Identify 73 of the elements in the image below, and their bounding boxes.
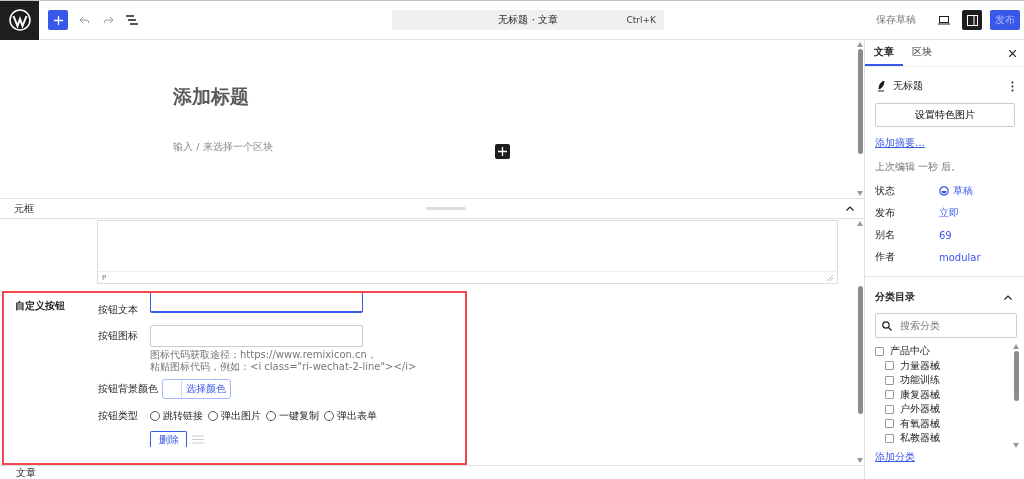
resize-icon[interactable] bbox=[827, 274, 833, 281]
command-bar[interactable]: 无标题 · 文章 Ctrl+K bbox=[392, 10, 664, 30]
more-options-icon[interactable] bbox=[1011, 80, 1014, 92]
help-text: 图标代码获取途径：https://www.remixicon.cn， 粘贴图标代码，例如：<i class="ri-wechat-2-line"></i> bbox=[150, 349, 417, 373]
radio-option[interactable]: 弹出表单 bbox=[324, 409, 377, 423]
add-category-link[interactable]: 添加分类 bbox=[875, 451, 915, 462]
field-label: 别名 bbox=[875, 228, 896, 242]
text-input[interactable] bbox=[150, 293, 363, 313]
add-block-button[interactable] bbox=[495, 144, 510, 159]
checkbox[interactable] bbox=[875, 346, 884, 356]
delete-button[interactable]: 删除 bbox=[150, 431, 187, 447]
checkbox[interactable] bbox=[885, 390, 894, 400]
section-heading: 自定义按钮 bbox=[15, 299, 66, 313]
scroll-up-icon bbox=[857, 221, 863, 226]
checkbox[interactable] bbox=[885, 404, 894, 414]
scroll-up-icon bbox=[857, 42, 863, 47]
category-label: 私教器械 bbox=[900, 431, 940, 446]
sidebar-icon bbox=[966, 14, 978, 26]
checkbox[interactable] bbox=[885, 419, 894, 429]
panel-title: 元框 bbox=[14, 201, 34, 216]
panel-title: 分类目录 bbox=[875, 290, 915, 304]
drag-handle[interactable] bbox=[426, 207, 466, 210]
field-label: 按钮图标 bbox=[98, 329, 139, 343]
category-label: 康复器械 bbox=[900, 387, 940, 402]
radio-option[interactable]: 一键复制 bbox=[266, 409, 319, 423]
field-value[interactable]: modular bbox=[939, 251, 981, 263]
plus-icon bbox=[498, 147, 507, 156]
scroll-down-icon bbox=[857, 458, 863, 463]
field-label: 发布 bbox=[875, 206, 896, 220]
sidebar-tab[interactable]: 区块 bbox=[903, 40, 941, 66]
featured-image-button[interactable]: 设置特色图片 bbox=[875, 103, 1015, 127]
checkbox[interactable] bbox=[885, 375, 894, 385]
color-picker-button[interactable]: 选择颜色 bbox=[162, 379, 231, 399]
sidebar-tab[interactable]: 文章 bbox=[865, 40, 903, 66]
field-label: 按钮文本 bbox=[98, 303, 139, 317]
scroll-up-icon bbox=[1013, 344, 1019, 349]
collapse-icon[interactable] bbox=[846, 206, 854, 211]
save-draft-button[interactable]: 保存草稿 bbox=[870, 12, 922, 28]
shortcut-hint: Ctrl+K bbox=[626, 15, 656, 25]
checkbox[interactable] bbox=[885, 433, 894, 443]
breadcrumb[interactable]: 文章 bbox=[16, 465, 36, 479]
document-title: 无标题 · 文章 bbox=[497, 13, 560, 27]
radio-option[interactable]: 跳转链接 bbox=[150, 409, 203, 423]
publish-button[interactable]: 发布 bbox=[990, 10, 1020, 30]
block-placeholder[interactable]: 输入 / 来选择一个区块 bbox=[173, 140, 856, 154]
sidebar-toggle-button[interactable] bbox=[962, 10, 982, 30]
post-title-placeholder[interactable]: 添加标题 bbox=[173, 84, 856, 110]
post-title: 无标题 bbox=[893, 79, 924, 93]
drag-icon[interactable] bbox=[192, 434, 204, 444]
scroll-down-icon bbox=[857, 191, 863, 196]
excerpt-link[interactable]: 添加摘要… bbox=[875, 137, 925, 148]
wordpress-logo[interactable] bbox=[0, 1, 39, 40]
field-label: 按钮背景颜色 bbox=[98, 382, 158, 396]
category-label: 有氧器械 bbox=[900, 416, 940, 431]
status-icon bbox=[939, 186, 949, 196]
field-label: 状态 bbox=[875, 184, 896, 198]
radio-option[interactable]: 弹出图片 bbox=[208, 409, 261, 423]
field-value[interactable]: 69 bbox=[939, 229, 952, 241]
feather-icon bbox=[877, 80, 885, 92]
field-value[interactable]: 草稿 bbox=[939, 184, 973, 198]
field-value[interactable]: 立即 bbox=[939, 206, 959, 220]
scroll-down-icon bbox=[1013, 443, 1019, 448]
category-label: 产品中心 bbox=[890, 344, 930, 359]
category-label: 功能训练 bbox=[900, 373, 940, 388]
category-label: 力量器械 bbox=[900, 358, 940, 373]
plus-icon bbox=[53, 15, 63, 25]
checkbox[interactable] bbox=[885, 361, 894, 371]
search-field[interactable]: 搜索分类 bbox=[875, 313, 1017, 338]
category-label: 户外器械 bbox=[900, 402, 940, 417]
field-label: 作者 bbox=[875, 250, 896, 264]
collapse-icon[interactable] bbox=[1004, 294, 1012, 300]
last-edited-text: 上次编辑 一秒 后。 bbox=[874, 160, 963, 174]
field-label: 按钮类型 bbox=[98, 409, 139, 423]
